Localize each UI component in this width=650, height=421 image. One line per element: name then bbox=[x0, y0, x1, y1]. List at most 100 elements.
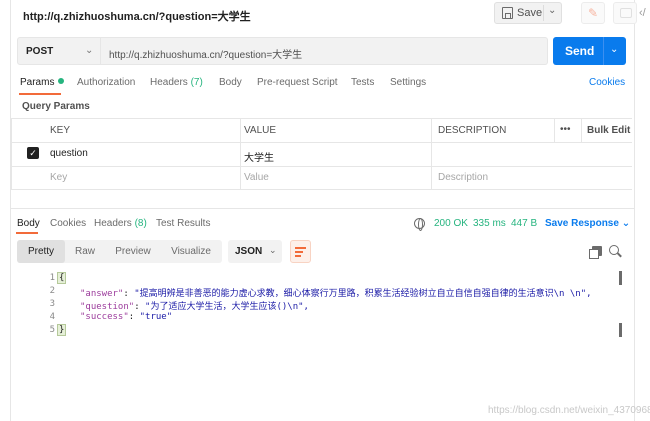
query-params-table: KEY VALUE DESCRIPTION ••• Bulk Edit ✓ qu… bbox=[11, 118, 632, 190]
line-number: 4 bbox=[49, 312, 55, 322]
send-label: Send bbox=[565, 44, 595, 58]
chevron-down-icon: ⌄ bbox=[621, 218, 631, 229]
value-input[interactable]: Value bbox=[244, 172, 269, 183]
request-title[interactable]: http://q.zhizhuoshuma.cn/?question=大学生 bbox=[23, 8, 251, 24]
key-input[interactable]: Key bbox=[50, 172, 67, 183]
save-label: Save bbox=[517, 7, 543, 19]
scroll-marker bbox=[619, 323, 622, 337]
code-line: { bbox=[57, 272, 67, 284]
response-tab-headers-label: Headers bbox=[94, 218, 132, 229]
tab-tests[interactable]: Tests bbox=[351, 77, 374, 88]
view-pretty[interactable]: Pretty bbox=[17, 240, 65, 263]
url-input[interactable]: http://q.zhizhuoshuma.cn/?question=大学生 bbox=[101, 37, 548, 65]
code-line: "success": "true" bbox=[80, 312, 173, 322]
chevron-down-icon[interactable]: ⌄ bbox=[548, 5, 556, 16]
description-input[interactable]: Description bbox=[438, 172, 488, 183]
line-number: 3 bbox=[49, 299, 55, 309]
format-label: JSON bbox=[235, 246, 263, 257]
query-params-title: Query Params bbox=[22, 101, 90, 112]
view-raw[interactable]: Raw bbox=[67, 240, 103, 263]
tab-params[interactable]: Params bbox=[20, 77, 65, 88]
cookies-link[interactable]: Cookies bbox=[589, 77, 625, 88]
request-header: http://q.zhizhuoshuma.cn/?question=大学生 S… bbox=[11, 0, 637, 28]
chevron-down-icon: ⌄ bbox=[269, 245, 277, 255]
divider bbox=[240, 118, 241, 190]
response-body-editor[interactable]: 1 2 3 4 5 { "answer": "提高明辨是非善恶的能力虚心求教，细… bbox=[11, 268, 634, 421]
tab-params-label: Params bbox=[20, 77, 55, 88]
divider bbox=[554, 118, 555, 142]
divider bbox=[581, 118, 582, 142]
line-number: 2 bbox=[49, 286, 55, 296]
param-value[interactable]: 大学生 bbox=[244, 149, 274, 164]
wrap-lines-button[interactable] bbox=[290, 240, 311, 263]
format-select[interactable]: JSON ⌄ bbox=[228, 240, 282, 263]
code-line: } bbox=[57, 324, 67, 336]
json-key: "answer" bbox=[80, 289, 124, 299]
code-brackets-icon[interactable]: ‹/ bbox=[639, 7, 646, 19]
column-header-key: KEY bbox=[50, 125, 71, 136]
method-label: POST bbox=[26, 46, 54, 57]
column-header-value: VALUE bbox=[244, 125, 277, 136]
status-code[interactable]: 200 OK bbox=[434, 218, 468, 229]
tab-headers[interactable]: Headers (7) bbox=[150, 77, 203, 88]
divider bbox=[11, 118, 632, 119]
tab-headers-label: Headers bbox=[150, 77, 188, 88]
chevron-down-icon[interactable]: ⌄ bbox=[610, 44, 618, 55]
bulk-edit-button[interactable]: Bulk Edit bbox=[587, 125, 630, 136]
column-header-description: DESCRIPTION bbox=[438, 125, 507, 136]
divider bbox=[603, 37, 604, 65]
response-size[interactable]: 447 B bbox=[511, 218, 537, 229]
divider bbox=[11, 166, 632, 167]
divider bbox=[11, 118, 12, 190]
view-preview[interactable]: Preview bbox=[105, 240, 161, 263]
save-response-label: Save Response bbox=[545, 218, 619, 229]
headers-count: (7) bbox=[190, 77, 203, 88]
divider bbox=[543, 5, 544, 21]
tab-pre-request-script[interactable]: Pre-request Script bbox=[257, 77, 338, 88]
divider bbox=[11, 142, 632, 143]
divider bbox=[11, 189, 632, 190]
save-response-button[interactable]: Save Response ⌄ bbox=[545, 218, 630, 229]
active-tab-indicator bbox=[16, 232, 38, 234]
search-icon[interactable] bbox=[609, 245, 619, 255]
save-button[interactable]: Save ⌄ bbox=[494, 2, 562, 24]
response-tab-test-results[interactable]: Test Results bbox=[156, 218, 210, 229]
tab-settings[interactable]: Settings bbox=[390, 77, 426, 88]
pencil-icon: ✎ bbox=[587, 6, 599, 20]
wrap-icon bbox=[295, 247, 306, 249]
param-key[interactable]: question bbox=[50, 148, 88, 159]
right-context-bar[interactable]: ‹/ bbox=[634, 0, 650, 421]
line-number: 1 bbox=[49, 273, 55, 283]
section-divider bbox=[11, 208, 634, 209]
json-key: "question" bbox=[80, 302, 135, 312]
close-brace: } bbox=[57, 324, 67, 336]
response-time[interactable]: 335 ms bbox=[473, 218, 506, 229]
response-tab-headers[interactable]: Headers (8) bbox=[94, 218, 147, 229]
param-enabled-checkbox[interactable]: ✓ bbox=[27, 147, 39, 159]
code-line: "question": "为了适应大学生活，大学生应该()\n", bbox=[80, 302, 309, 312]
scroll-marker bbox=[619, 271, 622, 285]
response-tab-body[interactable]: Body bbox=[17, 218, 40, 229]
copy-icon[interactable] bbox=[589, 246, 602, 259]
json-value: "提高明辨是非善恶的能力虚心求教，细心体察行万里路，积累生活经验树立自立自信自强… bbox=[134, 289, 592, 299]
watermark-text: https://blog.csdn.net/weixin_43709681 bbox=[488, 405, 650, 416]
line-number: 5 bbox=[49, 325, 55, 335]
open-brace: { bbox=[57, 272, 67, 284]
view-visualize[interactable]: Visualize bbox=[163, 240, 219, 263]
more-options-icon[interactable]: ••• bbox=[560, 124, 571, 135]
view-mode-group: Pretty Raw Preview Visualize bbox=[17, 240, 222, 263]
url-text: http://q.zhizhuoshuma.cn/?question=大学生 bbox=[109, 50, 303, 61]
edit-button[interactable]: ✎ bbox=[581, 2, 605, 24]
divider bbox=[431, 118, 432, 190]
method-select[interactable]: POST ⌄ bbox=[17, 37, 101, 65]
save-icon bbox=[502, 7, 513, 19]
tab-authorization[interactable]: Authorization bbox=[77, 77, 135, 88]
tab-body[interactable]: Body bbox=[219, 77, 242, 88]
response-tab-cookies[interactable]: Cookies bbox=[50, 218, 86, 229]
send-button[interactable]: Send ⌄ bbox=[553, 37, 626, 65]
code-line: "answer": "提高明辨是非善恶的能力虚心求教，细心体察行万里路，积累生活… bbox=[80, 289, 592, 299]
comment-button[interactable] bbox=[613, 2, 637, 24]
globe-icon[interactable] bbox=[414, 218, 425, 231]
response-headers-count: (8) bbox=[134, 218, 147, 229]
chevron-down-icon: ⌄ bbox=[85, 45, 94, 56]
